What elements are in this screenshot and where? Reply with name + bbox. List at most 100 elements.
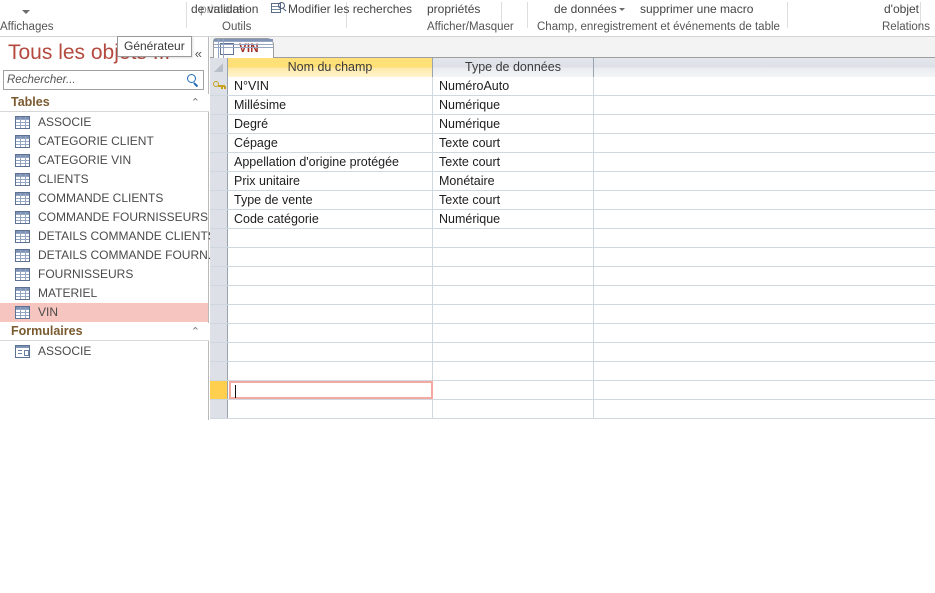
cell-field-name[interactable]: Type de vente [229, 191, 433, 209]
row-selector[interactable] [210, 305, 228, 323]
cell-field-name[interactable] [229, 362, 433, 380]
cell-description[interactable] [595, 134, 935, 152]
sidebar-item-details-commande-clients[interactable]: DETAILS COMMANDE CLIENTS [0, 227, 216, 246]
cell-field-name[interactable]: Prix unitaire [229, 172, 433, 190]
regle-de-validation-label[interactable]: de validation [191, 0, 258, 18]
cell-data-type[interactable]: NuméroAuto [434, 77, 594, 95]
cell-description[interactable] [595, 267, 935, 285]
table-row[interactable]: N°VIN NuméroAuto [210, 77, 935, 96]
cell-description[interactable] [595, 324, 935, 342]
modifier-les-recherches-button[interactable]: Modifier les recherches [271, 0, 412, 18]
table-row[interactable]: Degré Numérique [210, 115, 935, 134]
row-selector[interactable] [210, 153, 228, 171]
cell-description[interactable] [595, 115, 935, 133]
cell-data-type[interactable] [434, 229, 594, 247]
cell-field-name[interactable]: Millésime [229, 96, 433, 114]
cell-description[interactable] [595, 191, 935, 209]
affichages-dropdown-caret[interactable] [22, 2, 30, 20]
sidebar-item-details-commande-fournisseurs[interactable]: DETAILS COMMANDE FOURN... [0, 246, 218, 265]
cell-field-name[interactable] [229, 229, 433, 247]
cell-data-type[interactable] [434, 362, 594, 380]
cell-data-type[interactable]: Texte court [434, 191, 594, 209]
table-row[interactable] [210, 324, 935, 343]
cell-description[interactable] [595, 210, 935, 228]
table-row[interactable]: Type de vente Texte court [210, 191, 935, 210]
cell-field-name[interactable]: N°VIN [229, 77, 433, 95]
cell-field-name[interactable] [229, 267, 433, 285]
cell-description[interactable] [595, 381, 935, 399]
cell-data-type[interactable]: Monétaire [434, 172, 594, 190]
row-selector[interactable] [210, 248, 228, 266]
feuille-proprietes-label[interactable]: propriétés [427, 0, 480, 18]
row-selector[interactable] [210, 172, 228, 190]
table-row[interactable] [210, 400, 935, 419]
cell-description[interactable] [595, 286, 935, 304]
tab-vin[interactable]: VIN [213, 38, 274, 58]
table-row[interactable]: Cépage Texte court [210, 134, 935, 153]
cell-description[interactable] [595, 96, 935, 114]
table-row[interactable] [210, 286, 935, 305]
search-input[interactable] [7, 72, 177, 88]
row-selector[interactable] [210, 191, 228, 209]
cell-description[interactable] [595, 229, 935, 247]
cell-description[interactable] [595, 343, 935, 361]
cell-description[interactable] [595, 153, 935, 171]
row-selector[interactable] [210, 134, 228, 152]
row-selector[interactable] [210, 400, 228, 418]
row-selector[interactable] [210, 324, 228, 342]
cell-data-type[interactable] [434, 400, 594, 418]
dependances-objet-label[interactable]: d'objet [884, 0, 919, 18]
table-row[interactable]: Code catégorie Numérique [210, 210, 935, 229]
table-row[interactable]: Prix unitaire Monétaire [210, 172, 935, 191]
sidebar-item-commande-clients[interactable]: COMMANDE CLIENTS [0, 189, 208, 208]
sidebar-item-formulaire-associe[interactable]: ASSOCIE [0, 342, 208, 361]
nav-group-header-formulaires[interactable]: Formulaires ⌃ [0, 323, 209, 341]
table-row[interactable] [210, 305, 935, 324]
cell-description[interactable] [595, 362, 935, 380]
cell-description[interactable] [595, 248, 935, 266]
select-all-corner[interactable] [210, 58, 228, 77]
row-selector[interactable] [210, 381, 228, 399]
cell-data-type[interactable] [434, 324, 594, 342]
row-selector[interactable] [210, 343, 228, 361]
sidebar-item-categorie-client[interactable]: CATEGORIE CLIENT [0, 132, 208, 151]
row-selector[interactable] [210, 229, 228, 247]
cell-field-name[interactable] [229, 343, 433, 361]
cell-data-type[interactable] [434, 381, 594, 399]
supprimer-une-macro-button[interactable]: supprimer une macro [640, 0, 753, 18]
cell-field-name[interactable]: Appellation d'origine protégée [229, 153, 433, 171]
cell-data-type[interactable] [434, 267, 594, 285]
column-header-data-type[interactable]: Type de données [433, 58, 594, 77]
cell-description[interactable] [595, 77, 935, 95]
row-selector[interactable] [210, 210, 228, 228]
table-row[interactable]: Appellation d'origine protégée Texte cour… [210, 153, 935, 172]
cell-field-name[interactable] [229, 248, 433, 266]
cell-data-type[interactable]: Texte court [434, 153, 594, 171]
cell-field-name[interactable]: Degré [229, 115, 433, 133]
cell-data-type[interactable]: Numérique [434, 96, 594, 114]
nav-group-header-tables[interactable]: Tables ⌃ [0, 94, 209, 112]
cell-field-name[interactable] [229, 324, 433, 342]
sidebar-item-clients[interactable]: CLIENTS [0, 170, 208, 189]
row-selector[interactable] [210, 77, 228, 95]
sidebar-item-commande-fournisseurs[interactable]: COMMANDE FOURNISSEURS [0, 208, 208, 227]
cell-field-name[interactable]: Code catégorie [229, 210, 433, 228]
cell-data-type[interactable] [434, 305, 594, 323]
cell-description[interactable] [595, 172, 935, 190]
cell-description[interactable] [595, 400, 935, 418]
cell-data-type[interactable]: Texte court [434, 134, 594, 152]
row-selector[interactable] [210, 362, 228, 380]
navigation-search-box[interactable] [3, 70, 204, 90]
cell-description[interactable] [595, 305, 935, 323]
table-row[interactable] [210, 381, 935, 400]
cell-data-type[interactable] [434, 286, 594, 304]
cell-data-type[interactable]: Numérique [434, 115, 594, 133]
row-selector[interactable] [210, 96, 228, 114]
row-selector[interactable] [210, 115, 228, 133]
sidebar-item-associe[interactable]: ASSOCIE [0, 113, 208, 132]
cell-data-type[interactable] [434, 343, 594, 361]
search-icon[interactable] [187, 74, 200, 88]
macros-de-donnees-button[interactable]: de données [554, 0, 625, 18]
table-row[interactable] [210, 267, 935, 286]
sidebar-item-fournisseurs[interactable]: FOURNISSEURS [0, 265, 208, 284]
